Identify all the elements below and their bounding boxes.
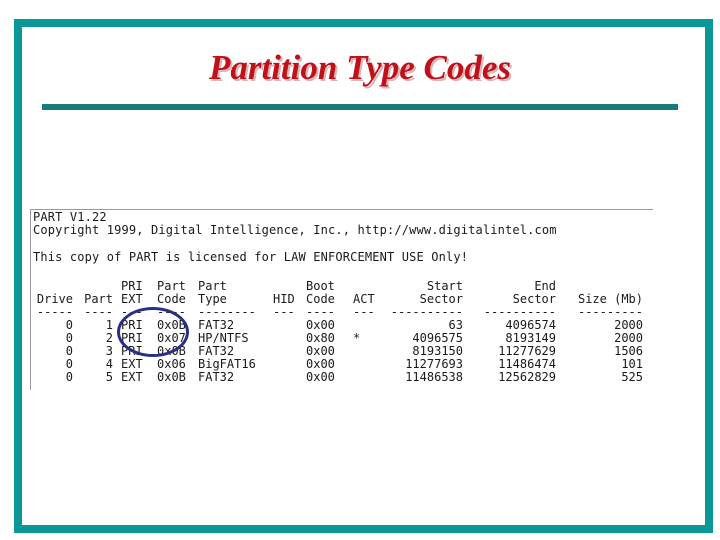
drive-cell: 0 <box>65 370 73 384</box>
license-line: This copy of PART is licensed for LAW EN… <box>33 250 469 264</box>
slide-title: Partition Type Codes <box>208 48 511 87</box>
pri-ext-cell: EXT <box>121 370 143 384</box>
title-divider <box>42 104 678 110</box>
end-sector-cell: 12562829 <box>498 370 556 384</box>
act-cell: * <box>353 331 361 345</box>
annotation-circle <box>117 307 189 357</box>
copyright-line: Copyright 1999, Digital Intelligence, In… <box>33 223 557 237</box>
part-code-cell: 0x0B <box>157 370 186 384</box>
start-sector-cell: 11486538 <box>405 370 463 384</box>
part-console-screenshot: PART V1.22 Copyright 1999, Digital Intel… <box>30 209 653 390</box>
part-cell: 5 <box>105 370 113 384</box>
act-cell: --- <box>353 305 375 319</box>
hid-cell: --- <box>273 305 295 319</box>
size-mb-cell: 525 <box>621 370 643 384</box>
boot-code-cell: 0x00 <box>306 370 335 384</box>
part-type-cell: FAT32 <box>198 370 235 384</box>
